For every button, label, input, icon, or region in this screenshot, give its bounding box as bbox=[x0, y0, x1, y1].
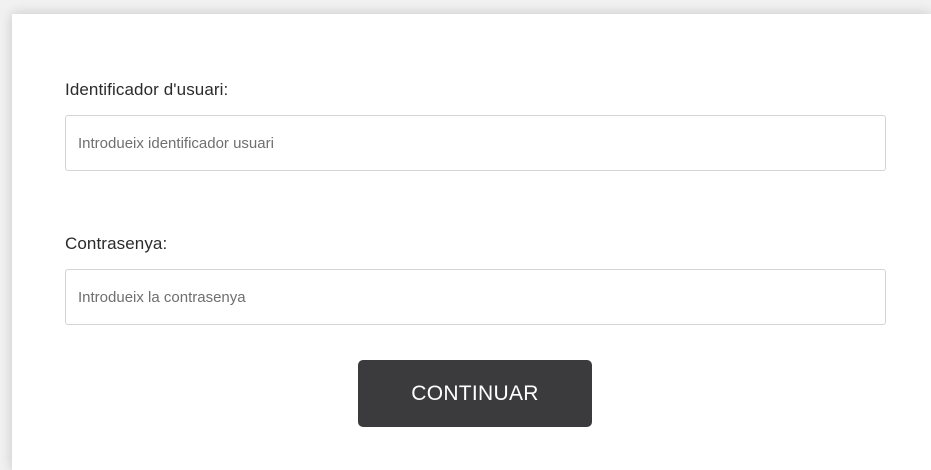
continue-button[interactable]: CONTINUAR bbox=[358, 360, 592, 427]
login-card: Identificador d'usuari: Contrasenya: CON… bbox=[12, 14, 931, 470]
password-label: Contrasenya: bbox=[65, 234, 168, 253]
password-input[interactable] bbox=[65, 269, 886, 325]
username-label: Identificador d'usuari: bbox=[65, 80, 229, 99]
username-input[interactable] bbox=[65, 115, 886, 171]
